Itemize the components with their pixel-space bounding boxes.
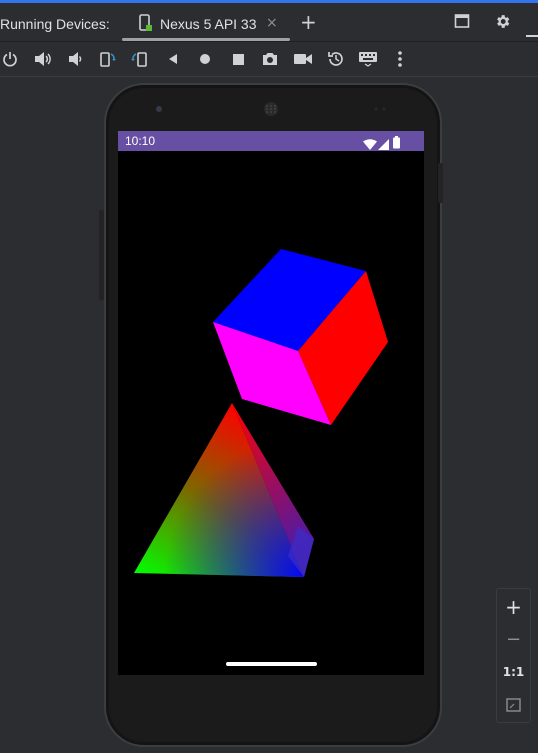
close-icon[interactable]: × [266, 15, 278, 31]
window-icon[interactable] [454, 13, 470, 33]
gear-icon[interactable] [494, 13, 511, 34]
rotate-right-icon[interactable] [130, 49, 150, 69]
zoom-in-button[interactable]: + [497, 595, 530, 619]
snapshot-icon[interactable] [326, 49, 346, 69]
tab-selected-indicator [122, 38, 290, 41]
side-power-button [438, 163, 443, 203]
cube-shape [213, 249, 388, 425]
overview-icon[interactable] [228, 49, 248, 69]
zoom-out-button[interactable]: − [497, 629, 530, 650]
actual-size-button[interactable]: 1:1 [497, 665, 530, 679]
running-devices-header: Running Devices: Nexus 5 API 33 × + [0, 3, 538, 42]
screen-record-icon[interactable] [293, 49, 313, 69]
home-icon[interactable] [195, 49, 215, 69]
panel-title: Running Devices: [0, 16, 110, 32]
power-icon[interactable] [0, 49, 20, 69]
device-toolbar [0, 42, 538, 77]
more-icon[interactable] [390, 49, 410, 69]
volume-up-icon[interactable] [33, 49, 53, 69]
screenshot-icon[interactable] [260, 49, 280, 69]
new-tab-button[interactable]: + [300, 10, 317, 34]
keyboard-icon[interactable] [358, 49, 378, 69]
gesture-nav-bar[interactable] [226, 662, 317, 666]
render-scene [134, 249, 388, 577]
back-icon[interactable] [163, 49, 183, 69]
volume-down-icon[interactable] [65, 49, 85, 69]
device-screen[interactable]: 10:10 [118, 131, 424, 675]
pyramid-shape [134, 403, 314, 577]
tab-nexus-5-api-33[interactable]: Nexus 5 API 33 × [130, 8, 292, 41]
phone-top-sensors [156, 102, 386, 116]
tab-label: Nexus 5 API 33 [160, 16, 257, 32]
fit-screen-icon[interactable] [506, 697, 521, 716]
zoom-panel: + − 1:1 [496, 588, 531, 723]
device-icon [138, 14, 152, 36]
rotate-left-icon[interactable] [97, 49, 117, 69]
minimize-icon[interactable] [526, 23, 538, 42]
volume-rocker [99, 210, 104, 300]
